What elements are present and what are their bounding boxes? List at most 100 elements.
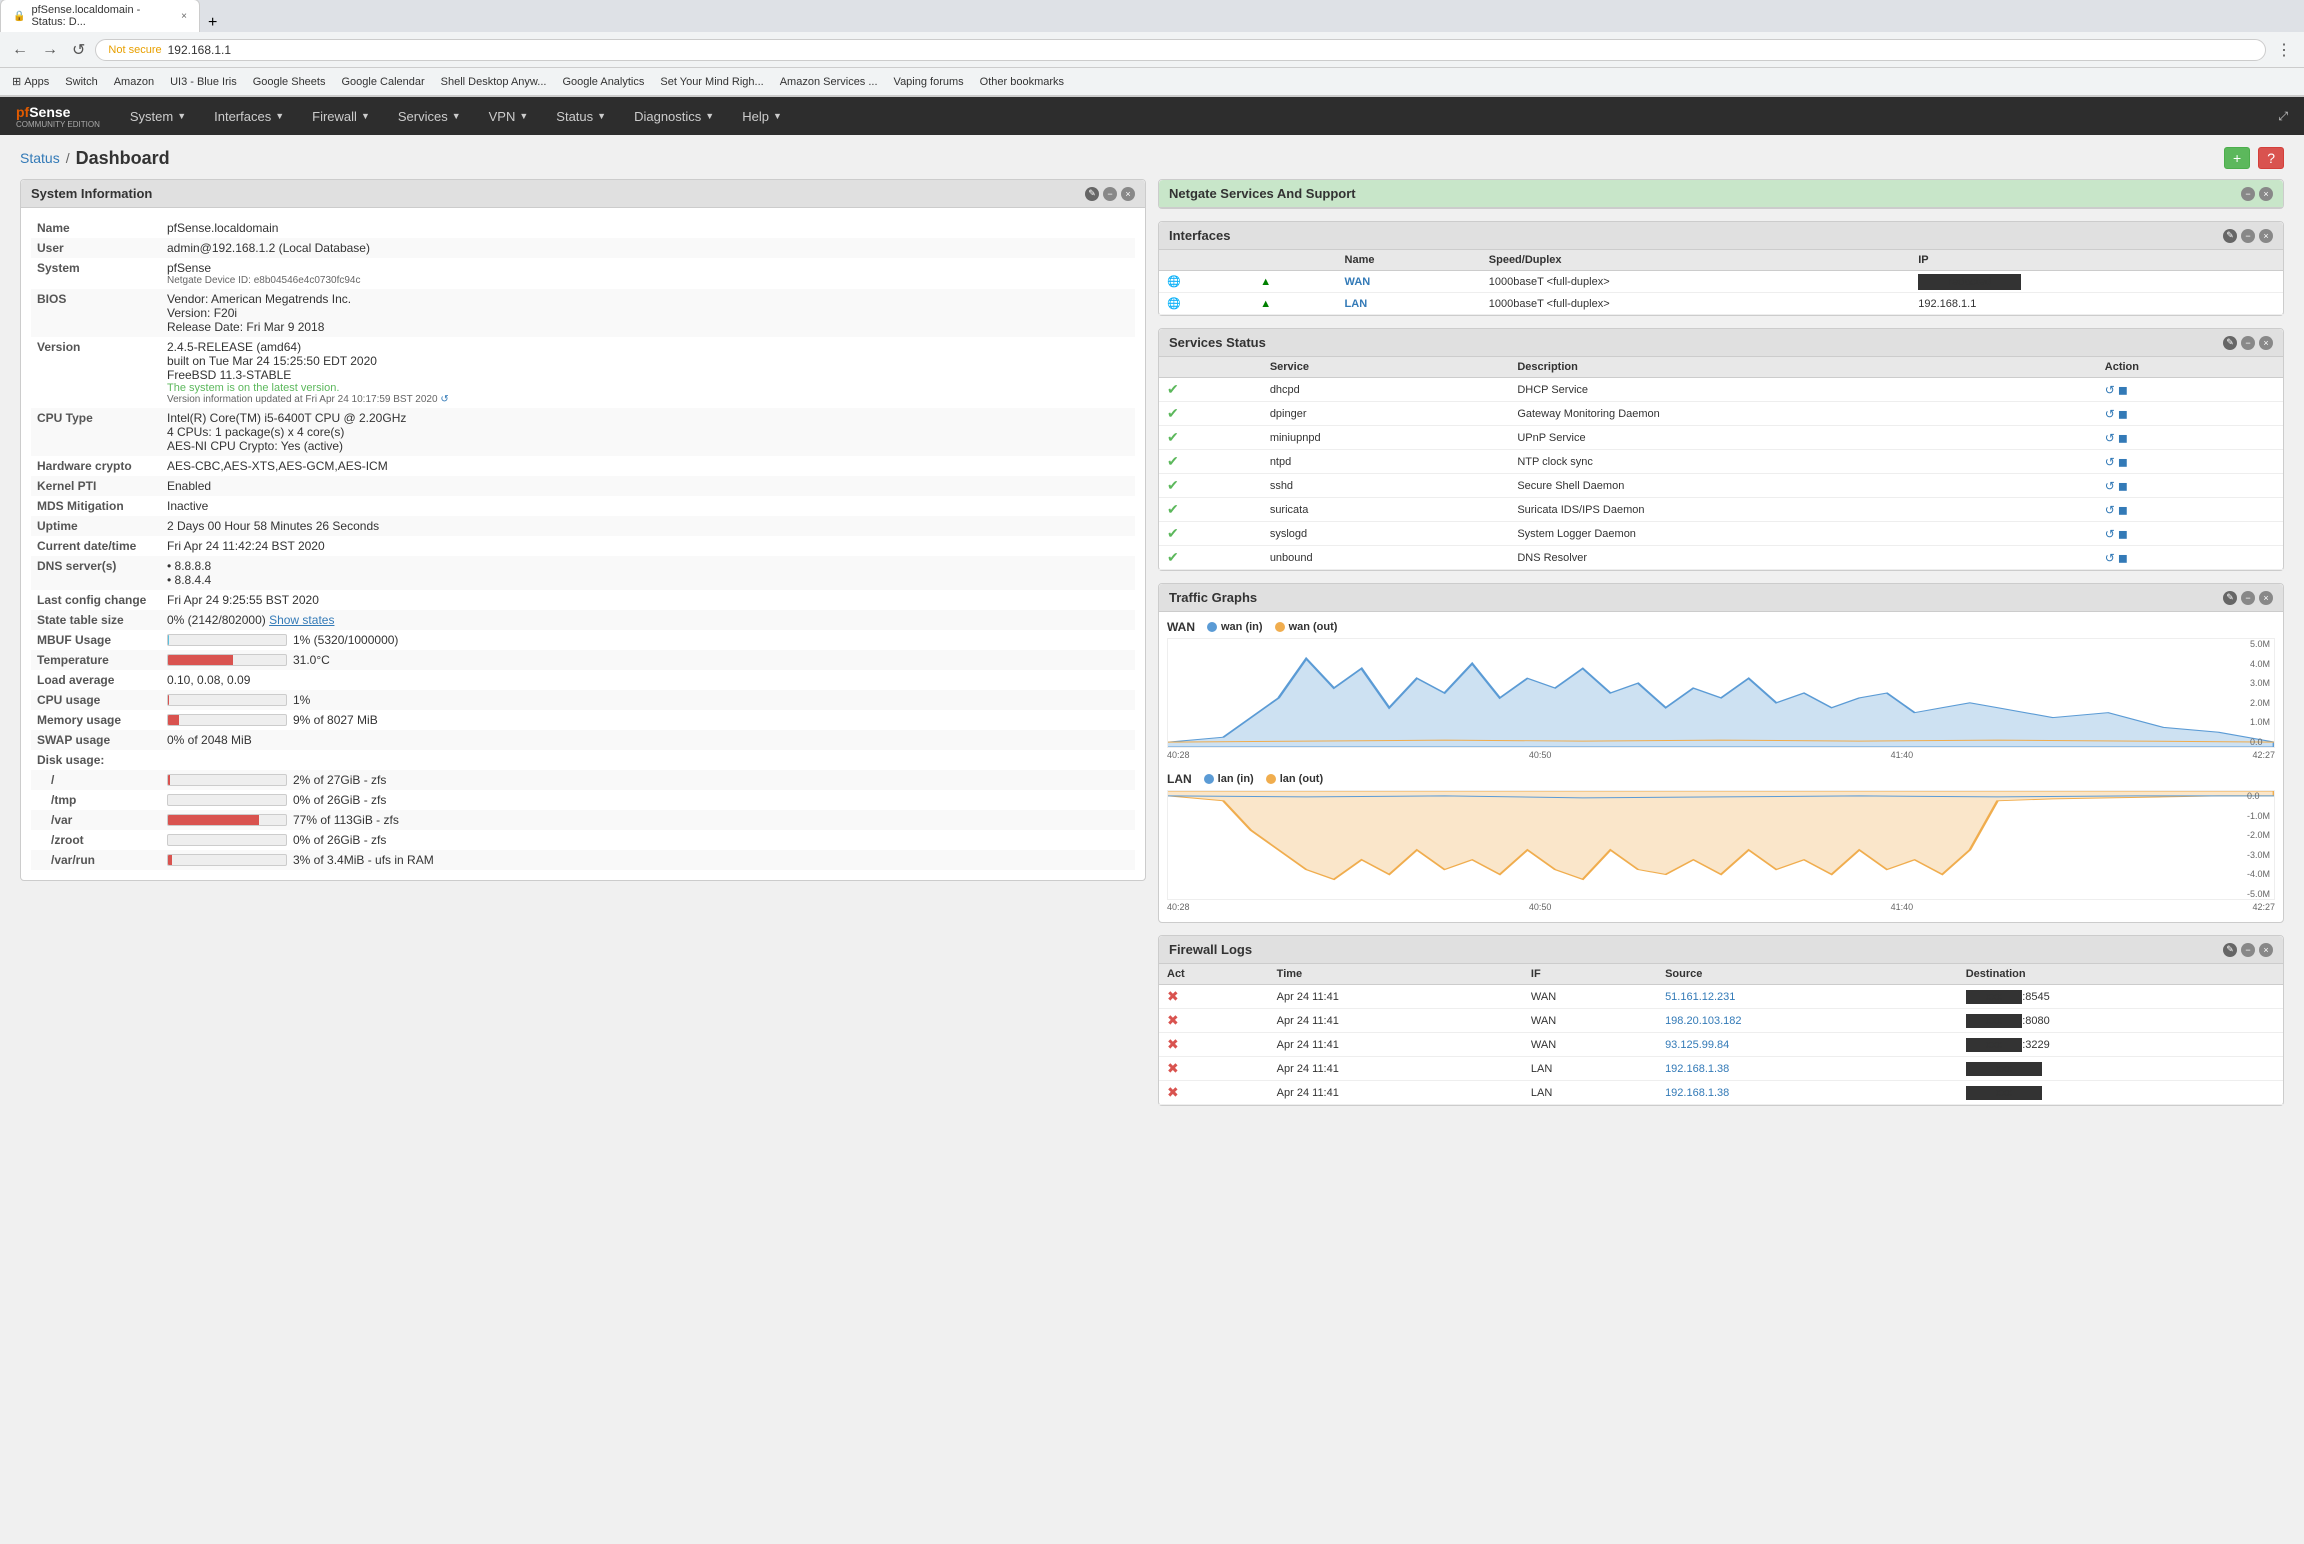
table-row: /zroot 0% of 26GiB - zfs [31, 830, 1135, 850]
panel-close-button[interactable]: × [2259, 591, 2273, 605]
disk-zroot-value: 0% of 26GiB - zfs [293, 833, 386, 847]
bookmark-ui3[interactable]: UI3 - Blue Iris [166, 74, 241, 90]
panel-close-button[interactable]: × [2259, 187, 2273, 201]
browser-tab-active[interactable]: 🔒 pfSense.localdomain - Status: D... × [0, 0, 200, 32]
bookmark-switch[interactable]: Switch [61, 74, 101, 90]
wan-legend-out: wan (out) [1275, 621, 1338, 633]
refresh-icon[interactable]: ↺ [440, 394, 448, 405]
panel-close-button[interactable]: × [2259, 943, 2273, 957]
service-restart-button[interactable]: ↺ [2105, 431, 2115, 445]
traffic-graphs-title: Traffic Graphs [1169, 590, 2223, 605]
add-widget-button[interactable]: + [2224, 147, 2250, 169]
service-status-icon: ✔ [1167, 453, 1179, 469]
mbuf-usage: 1% (5320/1000000) [167, 633, 1129, 647]
nav-help[interactable]: Help ▼ [728, 97, 796, 135]
breadcrumb-parent[interactable]: Status [20, 150, 60, 166]
panel-edit-button[interactable]: ✎ [2223, 943, 2237, 957]
panel-minimize-button[interactable]: − [2241, 943, 2255, 957]
panel-edit-button[interactable]: ✎ [2223, 591, 2237, 605]
service-restart-button[interactable]: ↺ [2105, 407, 2115, 421]
state-table-value: 0% (2142/802000) [167, 613, 269, 627]
panel-minimize-button[interactable]: − [2241, 591, 2255, 605]
back-button[interactable]: ← [8, 39, 32, 61]
nav-status[interactable]: Status ▼ [542, 97, 620, 135]
bookmark-label: Google Calendar [341, 76, 424, 88]
nav-external-link-icon[interactable]: ⤢ [2270, 109, 2296, 124]
panel-minimize-button[interactable]: − [2241, 336, 2255, 350]
bookmark-ganalytics[interactable]: Google Analytics [558, 74, 648, 90]
service-restart-button[interactable]: ↺ [2105, 527, 2115, 541]
nav-system[interactable]: System ▼ [116, 97, 200, 135]
nav-services[interactable]: Services ▼ [384, 97, 475, 135]
reload-button[interactable]: ↺ [68, 38, 89, 62]
address-bar[interactable]: Not secure 192.168.1.1 [95, 39, 2266, 61]
show-states-link[interactable]: Show states [269, 613, 334, 627]
service-restart-button[interactable]: ↺ [2105, 383, 2115, 397]
panel-minimize-button[interactable]: − [1103, 187, 1117, 201]
bookmark-vaping[interactable]: Vaping forums [890, 74, 968, 90]
panel-close-button[interactable]: × [2259, 336, 2273, 350]
panel-minimize-button[interactable]: − [2241, 187, 2255, 201]
firewall-logs-header: Firewall Logs ✎ − × [1159, 936, 2283, 964]
service-restart-button[interactable]: ↺ [2105, 455, 2115, 469]
bookmark-shell[interactable]: Shell Desktop Anyw... [437, 74, 551, 90]
tab-close-button[interactable]: × [181, 11, 187, 22]
panel-close-button[interactable]: × [2259, 229, 2273, 243]
service-restart-button[interactable]: ↺ [2105, 551, 2115, 565]
help-button[interactable]: ? [2258, 147, 2284, 169]
fw-source-ip[interactable]: 51.161.12.231 [1665, 991, 1735, 1003]
bookmark-label: Google Sheets [253, 76, 326, 88]
memory-usage-value: 9% of 8027 MiB [293, 713, 378, 727]
lan-name[interactable]: LAN [1345, 298, 1368, 310]
if-col-status [1252, 250, 1336, 271]
bookmark-amazon[interactable]: Amazon [110, 74, 158, 90]
service-desc: NTP clock sync [1509, 450, 2096, 474]
panel-edit-button[interactable]: ✎ [2223, 336, 2237, 350]
wan-name[interactable]: WAN [1345, 276, 1371, 288]
nav-interfaces[interactable]: Interfaces ▼ [200, 97, 298, 135]
panel-close-button[interactable]: × [1121, 187, 1135, 201]
fw-if: LAN [1523, 1081, 1657, 1105]
panel-minimize-button[interactable]: − [2241, 229, 2255, 243]
chevron-down-icon: ▼ [597, 111, 606, 121]
bookmark-apps[interactable]: ⊞ Apps [8, 73, 53, 90]
disk-tmp-row: 0% of 26GiB - zfs [167, 793, 1129, 807]
bookmark-other[interactable]: Other bookmarks [976, 74, 1068, 90]
service-stop-button[interactable]: ◼ [2118, 407, 2128, 421]
nav-firewall[interactable]: Firewall ▼ [298, 97, 384, 135]
panel-edit-button[interactable]: ✎ [1085, 187, 1099, 201]
service-stop-button[interactable]: ◼ [2118, 431, 2128, 445]
fw-source-ip[interactable]: 192.168.1.38 [1665, 1063, 1729, 1075]
fw-source-ip[interactable]: 192.168.1.38 [1665, 1087, 1729, 1099]
user-value: admin@192.168.1.2 (Local Database) [161, 238, 1135, 258]
table-row: Memory usage 9% of 8027 MiB [31, 710, 1135, 730]
breadcrumb-separator: / [66, 150, 70, 166]
nav-diagnostics[interactable]: Diagnostics ▼ [620, 97, 728, 135]
bookmark-setmind[interactable]: Set Your Mind Righ... [656, 74, 767, 90]
nav-vpn[interactable]: VPN ▼ [475, 97, 543, 135]
mbuf-progress-bar [167, 634, 287, 646]
interfaces-table: Name Speed/Duplex IP 🌐 ▲ WAN 1000baseT <… [1159, 250, 2283, 315]
service-stop-button[interactable]: ◼ [2118, 383, 2128, 397]
forward-button[interactable]: → [38, 39, 62, 61]
fw-source-ip[interactable]: 93.125.99.84 [1665, 1039, 1729, 1051]
service-restart-button[interactable]: ↺ [2105, 503, 2115, 517]
new-tab-button[interactable]: + [200, 14, 225, 32]
service-restart-button[interactable]: ↺ [2105, 479, 2115, 493]
table-row: 🌐 ▲ WAN 1000baseT <full-duplex> redacted [1159, 271, 2283, 293]
panel-edit-button[interactable]: ✎ [2223, 229, 2237, 243]
fw-source-ip[interactable]: 198.20.103.182 [1665, 1015, 1741, 1027]
services-header: Services Status ✎ − × [1159, 329, 2283, 357]
extensions-button[interactable]: ⋮ [2272, 38, 2296, 62]
service-stop-button[interactable]: ◼ [2118, 455, 2128, 469]
service-stop-button[interactable]: ◼ [2118, 551, 2128, 565]
bookmark-amazon-svc[interactable]: Amazon Services ... [776, 74, 882, 90]
fw-col-time: Time [1269, 964, 1523, 985]
bookmark-gsheets[interactable]: Google Sheets [249, 74, 330, 90]
service-stop-button[interactable]: ◼ [2118, 479, 2128, 493]
service-stop-button[interactable]: ◼ [2118, 503, 2128, 517]
disk-tmp-bar [167, 794, 287, 806]
table-row: ✖ Apr 24 11:41 WAN 198.20.103.182 xxx:80… [1159, 1009, 2283, 1033]
service-stop-button[interactable]: ◼ [2118, 527, 2128, 541]
bookmark-gcal[interactable]: Google Calendar [337, 74, 428, 90]
